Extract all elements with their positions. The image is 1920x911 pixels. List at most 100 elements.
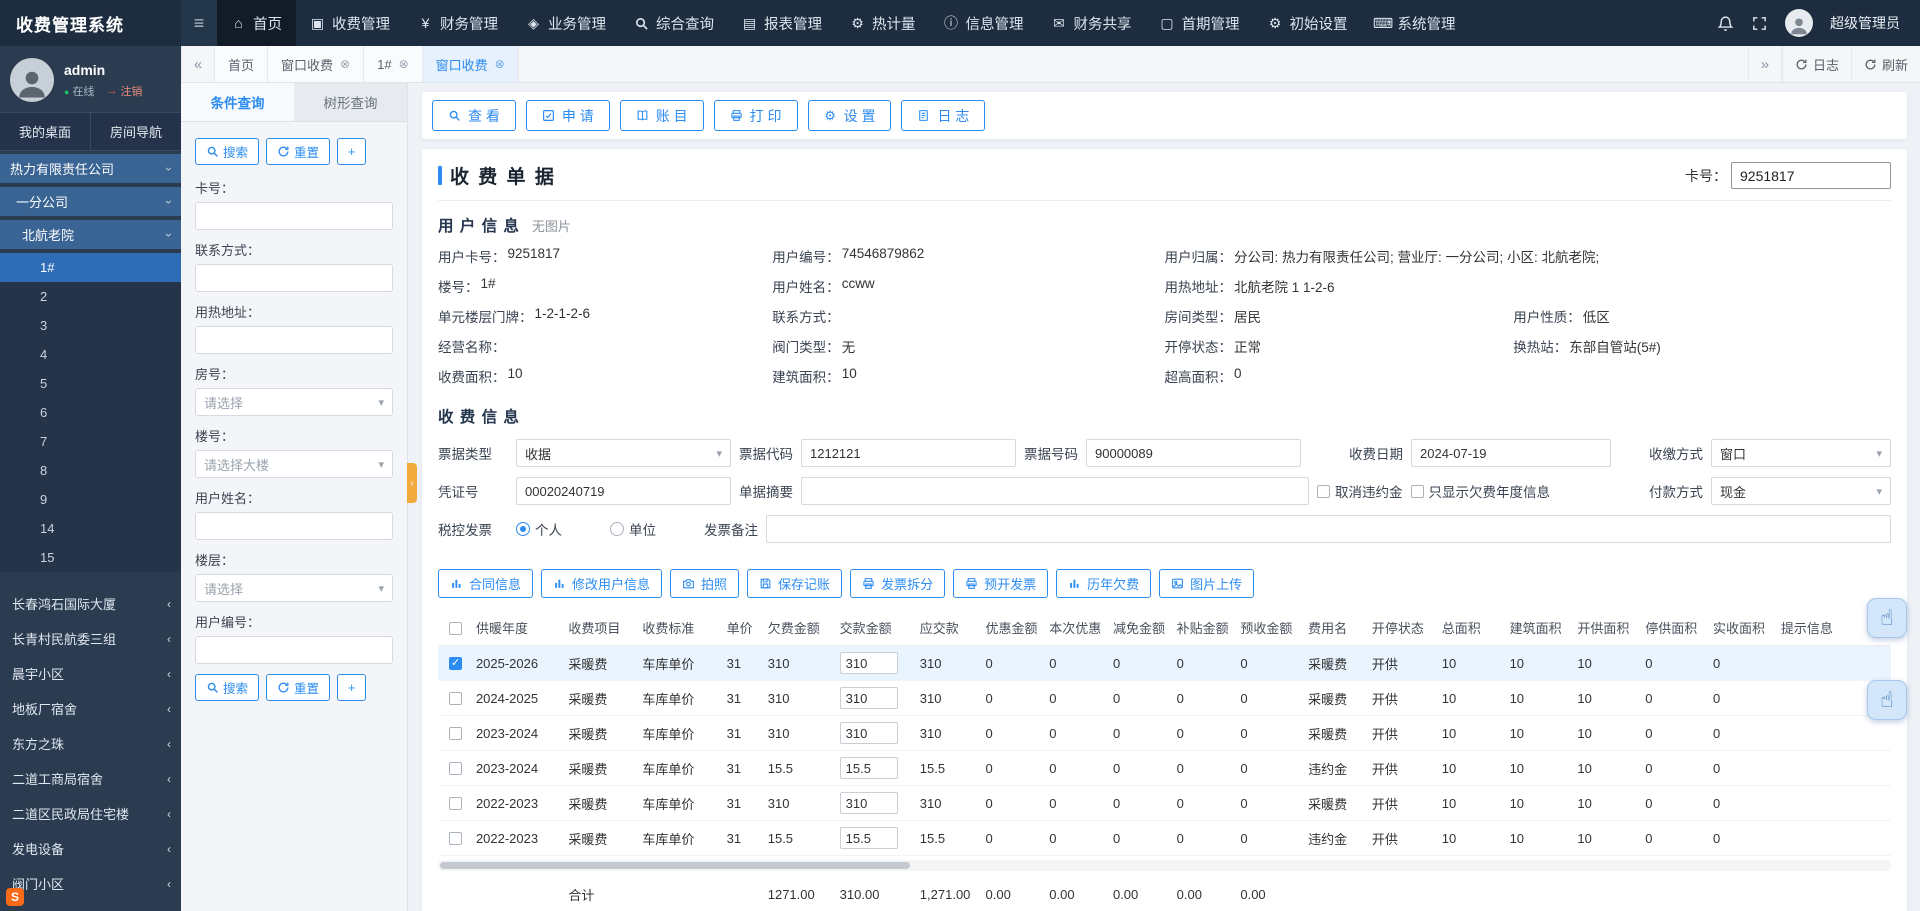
table-row[interactable]: 2022-2023采暖费车库单价3115.515.500000违约金开供1010…	[438, 821, 1891, 856]
menu-item-first[interactable]: ▢首期管理	[1146, 0, 1254, 46]
table-row[interactable]: 2025-2026采暖费车库单价3131031000000采暖费开供101010…	[438, 646, 1891, 681]
reset-button-bottom[interactable]: 重置	[266, 674, 330, 701]
menu-item-info[interactable]: ⓘ信息管理	[930, 0, 1038, 46]
pay-amount-input[interactable]	[840, 722, 898, 744]
tree-node-b-8[interactable]: 8	[0, 456, 181, 485]
search-button-bottom[interactable]: 搜索	[195, 674, 259, 701]
select-all-checkbox[interactable]	[449, 622, 462, 635]
menu-item-home[interactable]: ⌂首页	[217, 0, 296, 46]
tree-node-com-8[interactable]: 发电设备‹	[0, 831, 181, 866]
row-checkbox[interactable]	[449, 727, 462, 740]
pay-amount-input[interactable]	[840, 757, 898, 779]
menu-item-query[interactable]: 综合查询	[620, 0, 728, 46]
heat-address-input[interactable]	[195, 326, 393, 354]
pay-amount-input[interactable]	[840, 652, 898, 674]
hand-pointer-icon[interactable]: ☝	[1867, 598, 1907, 638]
only-arrears-checkbox[interactable]: 只显示欠费年度信息	[1411, 481, 1551, 501]
menu-item-meter[interactable]: ⚙热计量	[836, 0, 930, 46]
tree-node-branch-1[interactable]: 一分公司›	[0, 187, 181, 216]
user-role[interactable]: 超级管理员	[1830, 13, 1900, 33]
ime-icon[interactable]: S	[6, 888, 24, 906]
tree-node-b-2[interactable]: 2	[0, 282, 181, 311]
tree-node-com-5[interactable]: 东方之珠‹	[0, 726, 181, 761]
photo-button[interactable]: 拍照	[670, 569, 739, 598]
view-button[interactable]: 查 看	[432, 100, 516, 131]
row-checkbox[interactable]	[449, 797, 462, 810]
close-icon[interactable]: ⊗	[399, 57, 409, 71]
table-row[interactable]: 2023-2024采暖费车库单价3131031000000采暖费开供101010…	[438, 716, 1891, 751]
sidebar-tab-desktop[interactable]: 我的桌面	[0, 113, 90, 150]
row-checkbox[interactable]	[449, 657, 462, 670]
image-upload-button[interactable]: 图片上传	[1159, 569, 1254, 598]
menu-item-init[interactable]: ⚙初始设置	[1254, 0, 1362, 46]
invoice-no-input[interactable]	[1086, 439, 1301, 467]
reset-button-top[interactable]: 重置	[266, 138, 330, 165]
menu-item-fee[interactable]: ▣收费管理	[296, 0, 404, 46]
invoice-code-input[interactable]	[801, 439, 1016, 467]
tree-node-com-7[interactable]: 二道区民政局住宅楼‹	[0, 796, 181, 831]
user-name-input[interactable]	[195, 512, 393, 540]
bell-icon[interactable]	[1717, 15, 1734, 32]
floor-select[interactable]: 请选择▾	[195, 574, 393, 602]
menu-item-finance[interactable]: ¥财务管理	[404, 0, 512, 46]
pay-amount-input[interactable]	[840, 687, 898, 709]
fee-date-input[interactable]	[1411, 439, 1611, 467]
scrollbar-thumb[interactable]	[440, 862, 910, 869]
apply-button[interactable]: 申 请	[526, 100, 610, 131]
print-button[interactable]: 打 印	[714, 100, 798, 131]
tree-node-com-3[interactable]: 晨宇小区‹	[0, 656, 181, 691]
tree-node-b-4[interactable]: 4	[0, 340, 181, 369]
tab-building-1[interactable]: 1#⊗	[364, 46, 423, 82]
pay-amount-input[interactable]	[840, 827, 898, 849]
close-icon[interactable]: ⊗	[495, 57, 505, 71]
save-account-button[interactable]: 保存记账	[747, 569, 842, 598]
unit-radio[interactable]: 单位	[610, 519, 656, 539]
collect-method-select[interactable]: 窗口▾	[1711, 439, 1891, 467]
summary-input[interactable]	[801, 477, 1309, 505]
user-avatar[interactable]	[1785, 9, 1813, 37]
tree-node-beihang[interactable]: 北航老院›	[0, 220, 181, 249]
cancel-penalty-checkbox[interactable]: 取消违约金	[1317, 481, 1403, 501]
sidebar-toggle-icon[interactable]: ≡	[181, 0, 217, 46]
tree-node-b-9[interactable]: 9	[0, 485, 181, 514]
search-button-top[interactable]: 搜索	[195, 138, 259, 165]
user-no-input[interactable]	[195, 636, 393, 664]
logout-button[interactable]: →注销	[106, 83, 142, 99]
tabs-scroll-left-icon[interactable]: «	[181, 46, 215, 82]
hand-pointer-icon[interactable]: ☝	[1867, 680, 1907, 720]
tree-node-b-6[interactable]: 6	[0, 398, 181, 427]
tree-node-b-1[interactable]: 1#	[0, 253, 181, 282]
row-checkbox[interactable]	[449, 832, 462, 845]
card-number-input[interactable]	[1731, 162, 1891, 189]
tab-fee-window-1[interactable]: 窗口收费⊗	[268, 46, 364, 82]
row-checkbox[interactable]	[449, 692, 462, 705]
menu-item-business[interactable]: ◈业务管理	[512, 0, 620, 46]
tree-node-b-14[interactable]: 14	[0, 514, 181, 543]
tree-node-com-2[interactable]: 长青村民航委三组‹	[0, 621, 181, 656]
invoice-note-input[interactable]	[766, 515, 1891, 543]
logs-button[interactable]: 日 志	[901, 100, 985, 131]
row-checkbox[interactable]	[449, 762, 462, 775]
refresh-button[interactable]: 刷新	[1851, 46, 1920, 82]
contract-info-button[interactable]: 合同信息	[438, 569, 533, 598]
add-button-top[interactable]: +	[337, 138, 366, 165]
sidebar-tab-room-nav[interactable]: 房间导航	[90, 113, 181, 150]
room-no-select[interactable]: 请选择▾	[195, 388, 393, 416]
tree-node-com-1[interactable]: 长春鸿石国际大厦‹	[0, 586, 181, 621]
tab-home[interactable]: 首页	[215, 46, 268, 82]
voucher-input[interactable]	[516, 477, 731, 505]
add-button-bottom[interactable]: +	[337, 674, 366, 701]
table-row[interactable]: 2024-2025采暖费车库单价3131031000000采暖费开供101010…	[438, 681, 1891, 716]
tree-node-com-9[interactable]: 阀门小区‹	[0, 866, 181, 901]
building-no-select[interactable]: 请选择大楼▾	[195, 450, 393, 478]
menu-item-share[interactable]: ✉财务共享	[1038, 0, 1146, 46]
pay-amount-input[interactable]	[840, 792, 898, 814]
invoice-type-select[interactable]: 收据▾	[516, 439, 731, 467]
accounts-button[interactable]: 账 目	[620, 100, 704, 131]
fullscreen-icon[interactable]	[1751, 15, 1768, 32]
panel-collapse-handle[interactable]: ‹	[407, 463, 417, 503]
horizontal-scrollbar[interactable]	[438, 860, 1891, 871]
tree-node-b-15[interactable]: 15	[0, 543, 181, 572]
pre-invoice-button[interactable]: 预开发票	[953, 569, 1048, 598]
history-arrears-button[interactable]: 历年欠费	[1056, 569, 1151, 598]
